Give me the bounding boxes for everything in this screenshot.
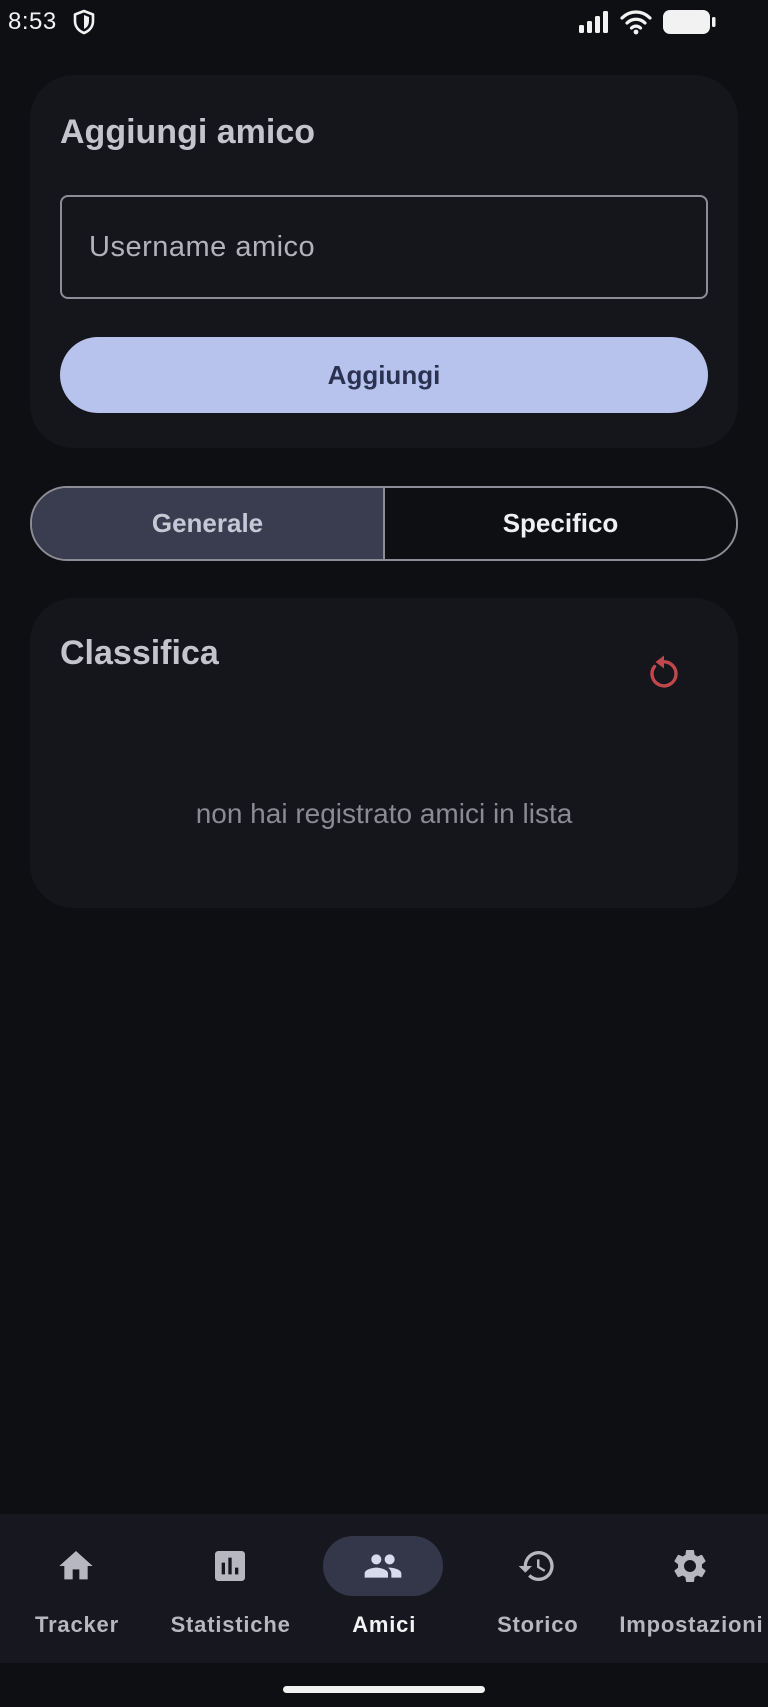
bar-chart-icon: [214, 1551, 245, 1581]
nav-item-amici[interactable]: Amici: [307, 1514, 461, 1663]
nav-label: Statistiche: [170, 1612, 291, 1637]
history-icon: [518, 1551, 554, 1581]
wifi-icon: [620, 10, 652, 35]
status-bar: 8:53: [0, 0, 768, 46]
nav-item-storico[interactable]: Storico: [461, 1514, 615, 1663]
refresh-icon[interactable]: [642, 650, 686, 694]
nav-item-tracker[interactable]: Tracker: [0, 1514, 154, 1663]
nav-label: Storico: [497, 1612, 579, 1637]
signal-icon: [579, 11, 608, 33]
nav-label: Tracker: [35, 1612, 119, 1637]
ranking-title: Classifica: [60, 634, 219, 672]
friends-screen: 8:53 Aggiungi amico Aggiungi Generale: [0, 0, 768, 1707]
ranking-card: Classifica non hai registrato amici in l…: [30, 598, 738, 908]
add-button[interactable]: Aggiungi: [60, 337, 708, 413]
empty-friends-message: non hai registrato amici in lista: [195, 798, 573, 829]
nav-label: Impostazioni: [619, 1612, 764, 1637]
shield-icon: [73, 9, 95, 35]
nav-item-statistiche[interactable]: Statistiche: [154, 1514, 308, 1663]
add-friend-card: Aggiungi amico Aggiungi: [30, 75, 738, 448]
add-friend-title: Aggiungi amico: [60, 113, 315, 151]
segment-specific[interactable]: Specifico: [385, 488, 736, 559]
status-time: 8:53: [8, 8, 57, 35]
people-icon: [364, 1554, 402, 1578]
ranking-type-toggle: Generale Specifico: [30, 486, 738, 561]
username-input[interactable]: [60, 195, 708, 299]
bottom-navigation: Tracker Statistiche Amici Storico Impost…: [0, 1514, 768, 1663]
nav-label: Amici: [352, 1612, 417, 1637]
battery-icon: [663, 10, 716, 34]
home-indicator[interactable]: [283, 1686, 485, 1693]
home-icon: [59, 1551, 93, 1580]
gear-icon: [674, 1550, 706, 1582]
nav-item-impostazioni[interactable]: Impostazioni: [614, 1514, 768, 1663]
segment-general[interactable]: Generale: [32, 488, 385, 559]
